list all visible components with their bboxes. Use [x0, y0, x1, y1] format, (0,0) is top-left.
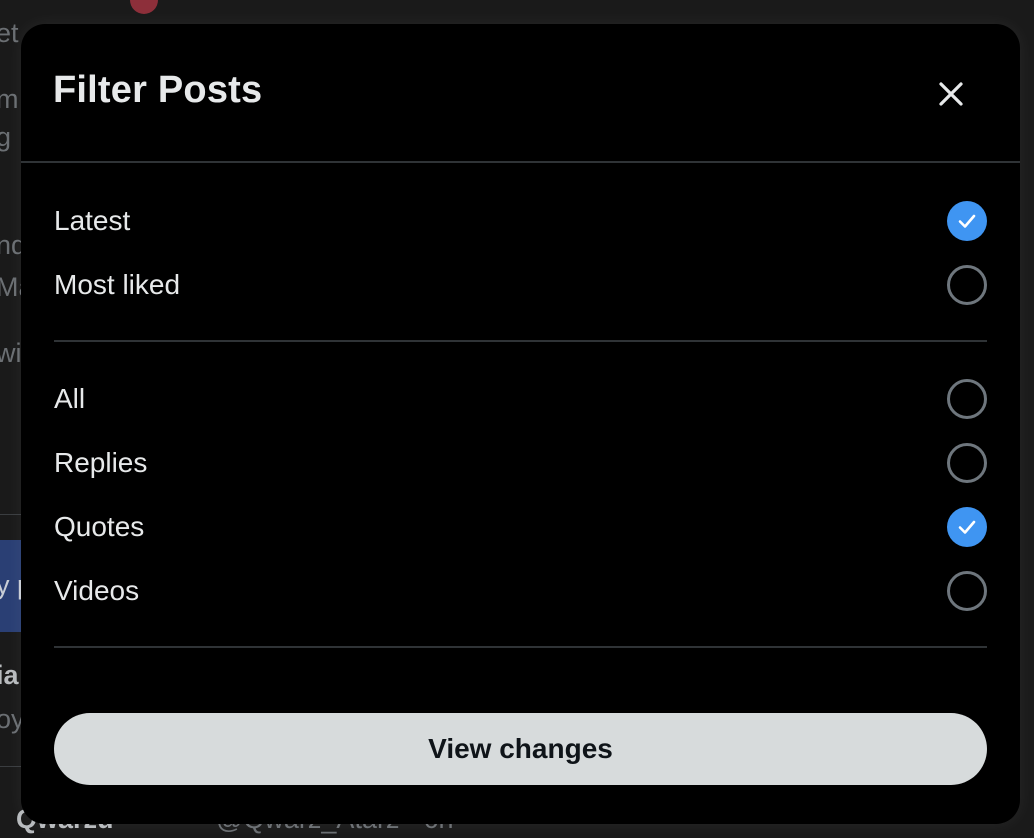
checkmark-icon	[958, 520, 976, 534]
dialog-title: Filter Posts	[53, 69, 263, 111]
option-label: Videos	[54, 575, 140, 606]
sort-option-most-liked[interactable]: Most liked	[54, 261, 987, 309]
filter-posts-dialog: Filter Posts Latest Most liked All Repli…	[21, 24, 1020, 824]
section-divider	[54, 646, 987, 648]
radio-unchecked[interactable]	[947, 443, 987, 483]
close-button[interactable]	[927, 70, 975, 118]
dialog-header: Filter Posts	[21, 24, 1020, 163]
option-label: Most liked	[54, 269, 181, 300]
avatar	[130, 0, 158, 14]
radio-unchecked[interactable]	[947, 571, 987, 611]
type-option-quotes[interactable]: Quotes	[54, 503, 987, 551]
background-text: wi	[0, 338, 22, 368]
radio-unchecked[interactable]	[947, 379, 987, 419]
type-option-all[interactable]: All	[54, 375, 987, 423]
background-text: ia	[0, 660, 19, 690]
type-option-videos[interactable]: Videos	[54, 567, 987, 615]
radio-checked[interactable]	[947, 507, 987, 547]
option-label: Latest	[54, 205, 131, 236]
option-label: All	[54, 383, 86, 414]
radio-checked[interactable]	[947, 201, 987, 241]
close-icon	[939, 82, 963, 106]
view-changes-button[interactable]: View changes	[54, 713, 987, 785]
radio-unchecked[interactable]	[947, 265, 987, 305]
background-text: g	[0, 122, 12, 152]
option-label: Replies	[54, 447, 148, 478]
checkmark-icon	[958, 214, 976, 228]
type-option-replies[interactable]: Replies	[54, 439, 987, 487]
background-text: m	[0, 84, 19, 114]
section-divider	[54, 340, 987, 342]
option-label: Quotes	[54, 511, 145, 542]
background-text: et	[0, 18, 19, 48]
sort-option-latest[interactable]: Latest	[54, 197, 987, 245]
